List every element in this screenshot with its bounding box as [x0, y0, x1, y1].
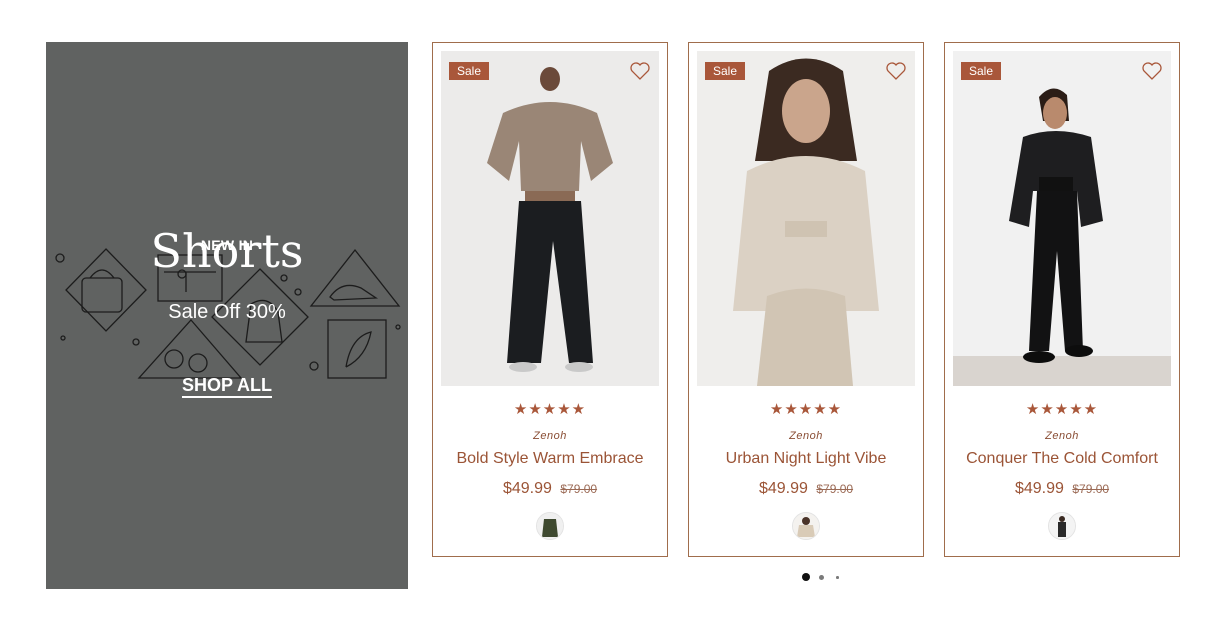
rating-stars: ★★★★★	[1025, 401, 1099, 418]
product-prices: $49.99 $79.00	[945, 480, 1179, 498]
sale-price: $49.99	[1014, 480, 1064, 497]
sale-price: $49.99	[502, 480, 552, 497]
color-swatch[interactable]	[536, 512, 564, 540]
product-vendor: Zenoh	[533, 430, 567, 442]
promo-subtitle: Sale Off 30%	[168, 301, 286, 323]
promo-cta-wrapper: SHOP ALL	[46, 375, 408, 398]
color-swatch[interactable]	[792, 512, 820, 540]
sale-badge: Sale	[449, 62, 490, 80]
product-title[interactable]: Bold Style Warm Embrace	[433, 450, 667, 468]
heart-outline-icon[interactable]	[629, 61, 651, 81]
compare-price: $79.00	[560, 482, 598, 496]
promo-title: Shorts	[150, 224, 304, 278]
compare-price: $79.00	[816, 482, 854, 496]
product-title[interactable]: Conquer The Cold Comfort	[945, 450, 1179, 468]
model-photo	[697, 51, 915, 386]
sale-badge: Sale	[705, 62, 746, 80]
product-card[interactable]: Sale ★★★★★ Zenoh Urban Night Light Vibe …	[688, 42, 924, 557]
compare-price: $79.00	[1072, 482, 1110, 496]
pagination-dot-3[interactable]	[836, 576, 839, 579]
carousel-pagination	[800, 572, 850, 582]
shop-all-link[interactable]: SHOP ALL	[181, 375, 272, 398]
product-prices: $49.99 $79.00	[433, 480, 667, 498]
model-photo	[953, 51, 1171, 386]
product-prices: $49.99 $79.00	[689, 480, 923, 498]
sale-badge: Sale	[961, 62, 1002, 80]
product-card[interactable]: Sale ★★★★★ Zenoh Bold Style Warm Embrace…	[432, 42, 668, 557]
color-swatch[interactable]	[1048, 512, 1076, 540]
sale-price: $49.99	[758, 480, 808, 497]
heart-outline-icon[interactable]	[885, 61, 907, 81]
product-card[interactable]: Sale ★★★★★ Zenoh Conquer The Cold Comfor…	[944, 42, 1180, 557]
product-title[interactable]: Urban Night Light Vibe	[689, 450, 923, 468]
product-vendor: Zenoh	[789, 430, 823, 442]
pagination-dot-1[interactable]	[802, 573, 810, 581]
rating-stars: ★★★★★	[513, 401, 587, 418]
heart-outline-icon[interactable]	[1141, 61, 1163, 81]
product-vendor: Zenoh	[1045, 430, 1079, 442]
model-photo	[441, 51, 659, 386]
product-image[interactable]: Sale	[697, 51, 915, 386]
pagination-dot-2[interactable]	[819, 574, 824, 580]
product-image[interactable]: Sale	[441, 51, 659, 386]
promo-banner: NEW IN Shorts Sale Off 30% SHOP ALL	[46, 42, 408, 589]
rating-stars: ★★★★★	[769, 401, 843, 418]
product-image[interactable]: Sale	[953, 51, 1171, 386]
